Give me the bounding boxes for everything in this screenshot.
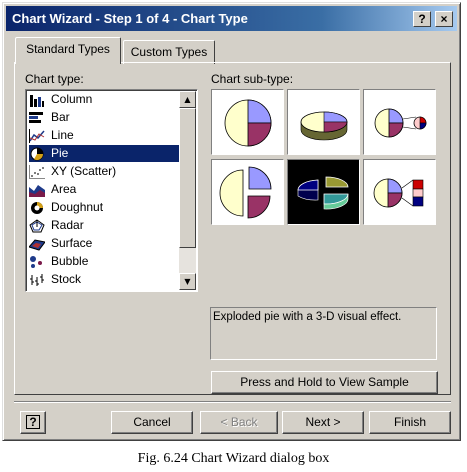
area-chart-icon — [29, 184, 45, 197]
chart-wizard-dialog: Chart Wizard - Step 1 of 4 - Chart Type … — [2, 2, 461, 441]
exploded-pie-subtype-icon — [219, 166, 272, 219]
list-item-surface[interactable]: Surface — [29, 235, 180, 252]
scatter-chart-icon — [29, 164, 45, 179]
figure-caption: Fig. 6.24 Chart Wizard dialog box — [137, 451, 330, 466]
tab-custom-types[interactable]: Custom Types — [123, 40, 215, 64]
pie-chart-icon — [30, 147, 44, 161]
scroll-up-button[interactable]: ▲ — [179, 91, 196, 108]
window-title: Chart Wizard - Step 1 of 4 - Chart Type — [12, 11, 248, 26]
subtype-exploded-pie[interactable] — [211, 159, 284, 225]
stock-chart-icon — [30, 273, 44, 286]
help-icon: ? — [26, 415, 40, 429]
list-item-doughnut[interactable]: Doughnut — [29, 199, 180, 216]
list-item-bar[interactable]: Bar — [29, 109, 180, 126]
exploded-3d-pie-subtype-icon — [297, 176, 349, 210]
scroll-down-button[interactable]: ▼ — [179, 273, 196, 290]
list-item-area[interactable]: Area — [29, 181, 180, 198]
subtype-exploded-3d-pie[interactable] — [287, 159, 360, 225]
bar-chart-icon — [29, 111, 43, 123]
list-item-xy-scatter[interactable]: XY (Scatter) — [29, 163, 180, 180]
chart-subtype-label: Chart sub-type: — [211, 72, 294, 86]
surface-chart-icon — [29, 239, 45, 251]
chart-type-scrollbar[interactable]: ▲ ▼ — [179, 91, 196, 290]
3d-pie-subtype-icon — [300, 111, 348, 141]
next-button[interactable]: Next > — [282, 411, 364, 434]
chart-subtype-grid — [211, 89, 436, 225]
subtype-pie-of-pie[interactable] — [363, 89, 436, 155]
pie-of-pie-subtype-icon — [374, 108, 427, 138]
chart-type-label: Chart type: — [25, 72, 84, 86]
list-item-stock[interactable]: Stock — [29, 271, 180, 288]
finish-button[interactable]: Finish — [369, 411, 451, 434]
radar-chart-icon — [29, 219, 45, 233]
pie-subtype-icon — [224, 99, 272, 147]
bar-of-pie-subtype-icon — [373, 178, 424, 208]
subtype-pie[interactable] — [211, 89, 284, 155]
tab-standard-types[interactable]: Standard Types — [15, 37, 121, 64]
line-chart-icon — [29, 128, 45, 143]
list-item-pie[interactable]: Pie — [29, 145, 180, 162]
list-item-radar[interactable]: Radar — [29, 217, 180, 234]
separator — [14, 401, 451, 403]
subtype-3d-pie[interactable] — [287, 89, 360, 155]
chart-type-listbox[interactable]: Column Bar Line Pie XY (Scatter) Area Do… — [25, 89, 198, 292]
column-chart-icon — [30, 94, 44, 107]
list-item-line[interactable]: Line — [29, 127, 180, 144]
scroll-thumb[interactable] — [179, 108, 196, 248]
list-item-column[interactable]: Column — [29, 91, 180, 108]
close-button[interactable]: × — [435, 11, 453, 27]
subtype-bar-of-pie[interactable] — [363, 159, 436, 225]
title-bar: Chart Wizard - Step 1 of 4 - Chart Type … — [6, 6, 457, 31]
cancel-button[interactable]: Cancel — [111, 411, 193, 434]
help-title-button[interactable]: ? — [413, 11, 431, 27]
list-item-bubble[interactable]: Bubble — [29, 253, 180, 270]
back-button[interactable]: < Back — [200, 411, 278, 434]
press-hold-sample-button[interactable]: Press and Hold to View Sample — [211, 371, 438, 394]
bubble-chart-icon — [30, 255, 42, 268]
help-button[interactable]: ? — [20, 411, 46, 434]
subtype-description: Exploded pie with a 3-D visual effect. — [210, 307, 437, 360]
doughnut-chart-icon — [31, 201, 43, 214]
